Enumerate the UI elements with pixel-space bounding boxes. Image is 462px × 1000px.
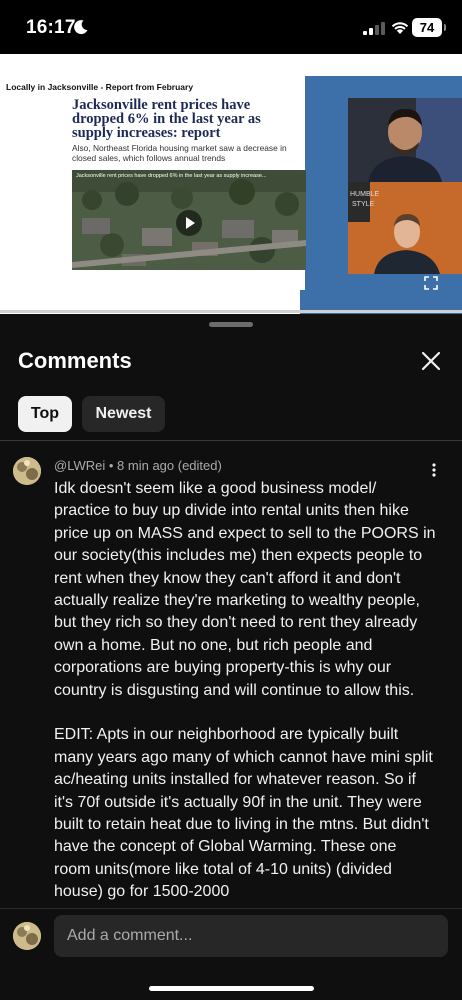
status-time: 16:17: [26, 17, 76, 38]
meta-separator: •: [108, 458, 118, 473]
filter-chip-top[interactable]: Top: [18, 396, 72, 432]
add-comment-input[interactable]: Add a comment...: [54, 915, 448, 957]
avatar[interactable]: [13, 457, 41, 485]
user-avatar: [13, 922, 41, 950]
article-subhead: Also, Northeast Florida housing market s…: [72, 143, 287, 163]
slide-header: Locally in Jacksonville - Report from Fe…: [6, 82, 194, 92]
signal-icon: [363, 22, 385, 35]
battery-icon: 74: [412, 18, 446, 37]
host-figure: [348, 98, 462, 182]
article-video-thumbnail: Jacksonville rent prices have dropped 6%…: [72, 170, 306, 270]
webcam-host: [348, 98, 462, 182]
user-avatar-image: [13, 922, 41, 950]
close-icon[interactable]: [418, 348, 444, 374]
status-bar: 16:17 74: [0, 0, 462, 54]
filter-chip-newest[interactable]: Newest: [82, 396, 165, 432]
guest-figure: HUMBLE STYLE: [348, 182, 462, 274]
comment-timestamp: 8 min ago (edited): [117, 458, 222, 473]
fullscreen-icon[interactable]: [424, 276, 438, 290]
play-icon: [176, 210, 202, 236]
article-headline: Jacksonville rent prices have dropped 6%…: [72, 97, 261, 141]
wifi-icon: [391, 22, 409, 34]
video-player[interactable]: Locally in Jacksonville - Report from Fe…: [0, 54, 462, 314]
svg-text:STYLE: STYLE: [352, 201, 375, 208]
home-indicator[interactable]: [149, 986, 314, 991]
thumbnail-caption: Jacksonville rent prices have dropped 6%…: [76, 173, 267, 179]
more-options-icon[interactable]: [428, 462, 440, 478]
avatar-image: [13, 457, 41, 485]
comment-meta: @LWRei • 8 min ago (edited): [54, 458, 222, 473]
comment-paragraph: EDIT: Apts in our neighborhood are typic…: [54, 726, 433, 901]
comment-author[interactable]: @LWRei: [54, 458, 105, 473]
moon-icon: [74, 20, 88, 35]
divider: [0, 440, 462, 441]
panel-title: Comments: [18, 348, 132, 373]
svg-text:HUMBLE: HUMBLE: [350, 191, 380, 198]
add-comment-bar: Add a comment...: [0, 909, 462, 1000]
comments-panel: Comments Top Newest @LWRei • 8 min ago (…: [0, 314, 462, 1000]
drag-handle[interactable]: [209, 322, 253, 327]
video-progress-bar[interactable]: [0, 310, 462, 313]
comment-text: Idk doesn't seem like a good business mo…: [54, 478, 436, 908]
comment-paragraph: Idk doesn't seem like a good business mo…: [54, 480, 436, 699]
webcam-guest: HUMBLE STYLE: [348, 182, 462, 274]
